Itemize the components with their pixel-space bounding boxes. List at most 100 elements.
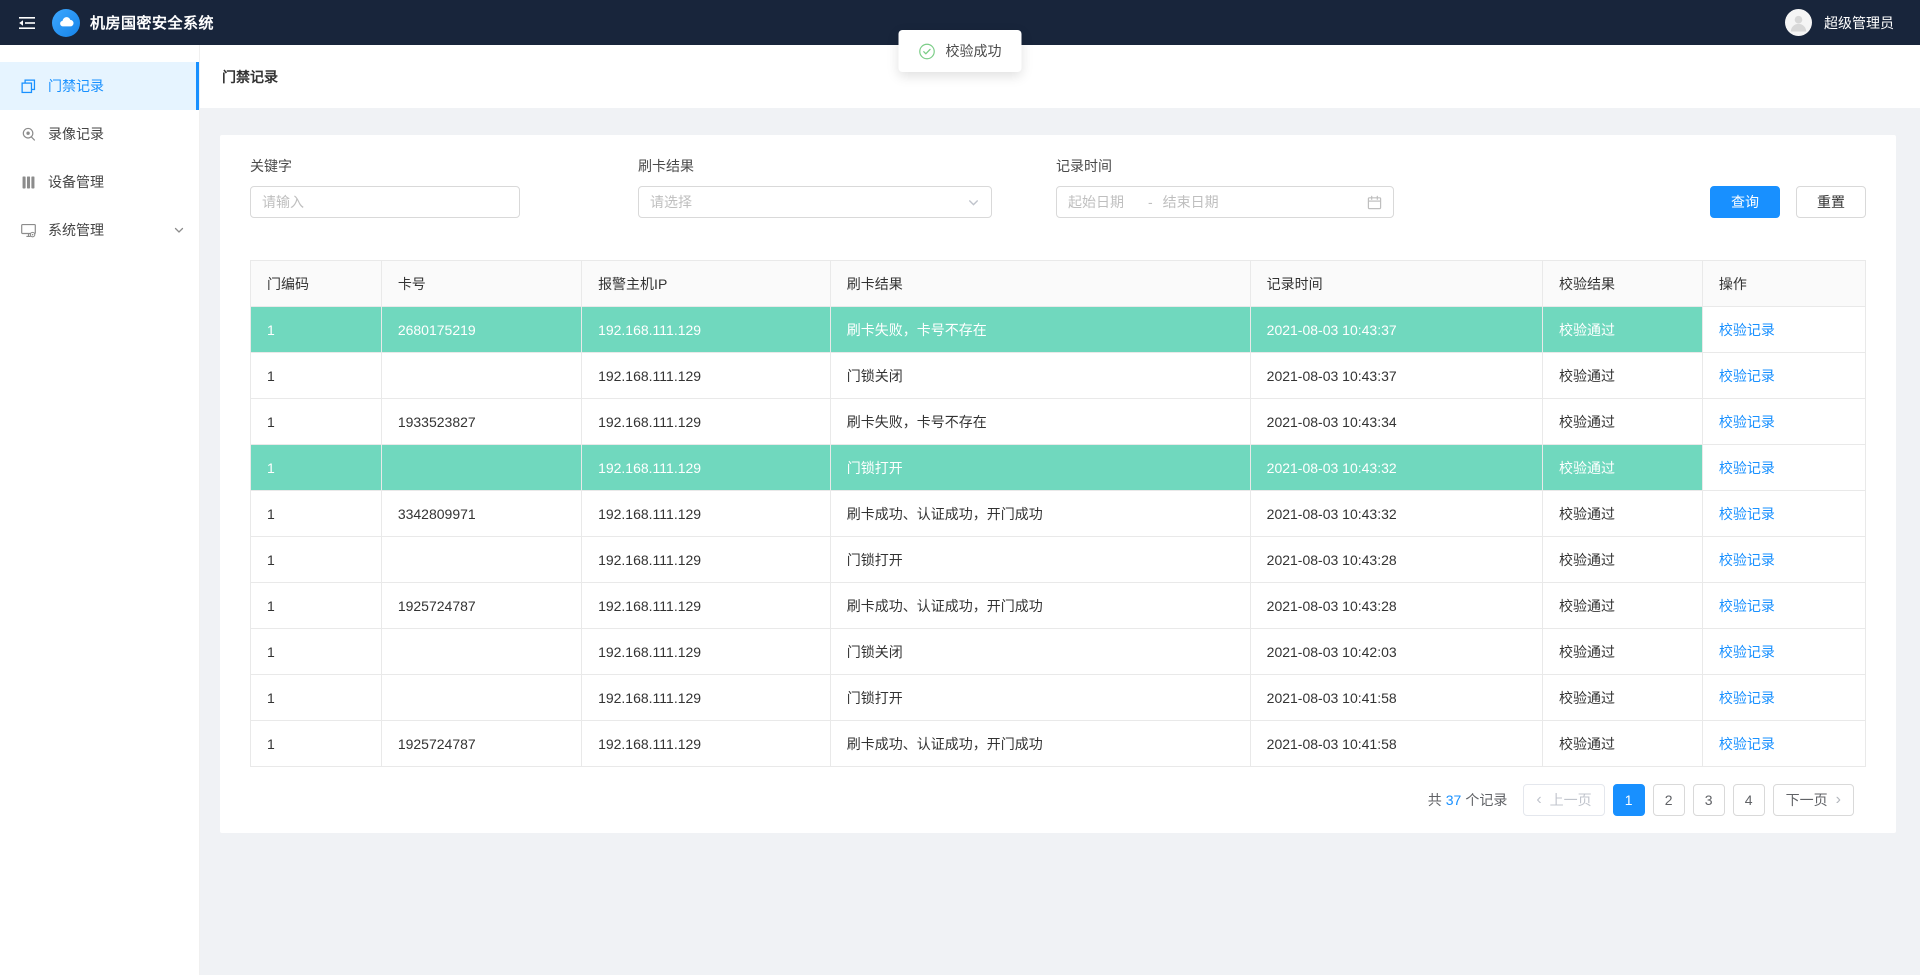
cell-action: 校验记录 [1702,353,1865,399]
column-header: 卡号 [381,261,581,307]
calendar-icon [1367,195,1382,210]
cell-door: 1 [251,675,382,721]
menu-fold-icon[interactable] [18,14,36,32]
avatar[interactable] [1785,9,1812,36]
cell-ip: 192.168.111.129 [582,629,831,675]
swipe-result-label: 刷卡结果 [638,156,992,176]
verify-record-link[interactable]: 校验记录 [1719,690,1775,706]
verify-record-link[interactable]: 校验记录 [1719,368,1775,384]
page-title: 门禁记录 [222,67,278,87]
keyword-input[interactable] [262,194,508,210]
cell-time: 2021-08-03 10:43:28 [1250,583,1542,629]
cell-card: 1925724787 [381,583,581,629]
keyword-label: 关键字 [250,156,520,176]
cell-card [381,445,581,491]
sidebar-item-label: 设备管理 [48,172,104,192]
cell-card [381,353,581,399]
cell-ip: 192.168.111.129 [582,721,831,767]
cell-door: 1 [251,721,382,767]
verify-record-link[interactable]: 校验记录 [1719,736,1775,752]
table-row: 11925724787192.168.111.129刷卡成功、认证成功，开门成功… [251,583,1866,629]
sidebar-item-device-management[interactable]: 设备管理 [0,158,199,206]
sidebar-item-label: 录像记录 [48,124,104,144]
search-button[interactable]: 查询 [1710,186,1780,218]
table-body: 12680175219192.168.111.129刷卡失败，卡号不存在2021… [251,307,1866,767]
cell-action: 校验记录 [1702,399,1865,445]
cell-time: 2021-08-03 10:41:58 [1250,675,1542,721]
cell-card: 1925724787 [381,721,581,767]
cell-result: 刷卡成功、认证成功，开门成功 [830,721,1250,767]
cell-result: 门锁关闭 [830,629,1250,675]
sidebar-item-label: 门禁记录 [48,76,104,96]
keyword-input-wrapper [250,186,520,218]
main-content: 门禁记录 关键字 刷卡结果 请选择 [200,45,1920,833]
cell-door: 1 [251,583,382,629]
cell-door: 1 [251,399,382,445]
table-row: 1192.168.111.129门锁打开2021-08-03 10:43:28校… [251,537,1866,583]
door-records-icon [20,78,37,95]
cell-action: 校验记录 [1702,445,1865,491]
record-time-label: 记录时间 [1056,156,1394,176]
table-row: 1192.168.111.129门锁打开2021-08-03 10:43:32校… [251,445,1866,491]
cell-ip: 192.168.111.129 [582,353,831,399]
cell-door: 1 [251,307,382,353]
verify-record-link[interactable]: 校验记录 [1719,414,1775,430]
page-number-4[interactable]: 4 [1733,784,1765,816]
swipe-result-select[interactable]: 请选择 [638,186,992,218]
table-header-row: 门编码卡号报警主机IP刷卡结果记录时间校验结果操作 [251,261,1866,307]
verify-record-link[interactable]: 校验记录 [1719,322,1775,338]
verify-record-link[interactable]: 校验记录 [1719,460,1775,476]
current-user-name: 超级管理员 [1824,13,1894,33]
cell-time: 2021-08-03 10:43:37 [1250,307,1542,353]
toast-text: 校验成功 [946,41,1002,61]
prev-page-button[interactable]: ‹ 上一页 [1523,784,1604,816]
sidebar-item-video-records[interactable]: 录像记录 [0,110,199,158]
chevron-down-icon [173,224,185,236]
cell-verify: 校验通过 [1542,491,1702,537]
cell-time: 2021-08-03 10:43:34 [1250,399,1542,445]
column-header: 记录时间 [1250,261,1542,307]
column-header: 校验结果 [1542,261,1702,307]
cell-door: 1 [251,491,382,537]
total-records: 共37个记录 [1428,790,1508,810]
cell-verify: 校验通过 [1542,629,1702,675]
cell-action: 校验记录 [1702,307,1865,353]
reset-button[interactable]: 重置 [1796,186,1866,218]
cell-verify: 校验通过 [1542,353,1702,399]
cell-door: 1 [251,629,382,675]
start-date-placeholder: 起始日期 [1068,192,1124,212]
end-date-placeholder: 结束日期 [1163,192,1219,212]
select-placeholder: 请选择 [650,192,692,212]
cell-result: 门锁打开 [830,675,1250,721]
cell-card [381,537,581,583]
app-logo-cloud-icon [52,9,80,37]
page-number-3[interactable]: 3 [1693,784,1725,816]
date-range-picker[interactable]: 起始日期 - 结束日期 [1056,186,1394,218]
cell-card: 2680175219 [381,307,581,353]
cell-verify: 校验通过 [1542,537,1702,583]
success-check-icon [919,43,936,60]
table-row: 11933523827192.168.111.129刷卡失败，卡号不存在2021… [251,399,1866,445]
chevron-right-icon: › [1836,792,1841,808]
verify-record-link[interactable]: 校验记录 [1719,552,1775,568]
page-number-1[interactable]: 1 [1613,784,1645,816]
sidebar-item-system-management[interactable]: 系统管理 [0,206,199,254]
total-count: 37 [1442,792,1466,808]
date-separator: - [1148,194,1153,210]
cell-verify: 校验通过 [1542,307,1702,353]
cell-ip: 192.168.111.129 [582,491,831,537]
cell-ip: 192.168.111.129 [582,537,831,583]
cell-result: 刷卡失败，卡号不存在 [830,399,1250,445]
next-page-button[interactable]: 下一页 › [1773,784,1854,816]
verify-record-link[interactable]: 校验记录 [1719,598,1775,614]
cell-result: 门锁打开 [830,445,1250,491]
cell-ip: 192.168.111.129 [582,583,831,629]
sidebar-item-access-records[interactable]: 门禁记录 [0,62,199,110]
table-row: 1192.168.111.129门锁打开2021-08-03 10:41:58校… [251,675,1866,721]
page-number-2[interactable]: 2 [1653,784,1685,816]
verify-record-link[interactable]: 校验记录 [1719,506,1775,522]
cell-time: 2021-08-03 10:43:28 [1250,537,1542,583]
verify-record-link[interactable]: 校验记录 [1719,644,1775,660]
cell-result: 刷卡成功、认证成功，开门成功 [830,583,1250,629]
cell-verify: 校验通过 [1542,583,1702,629]
